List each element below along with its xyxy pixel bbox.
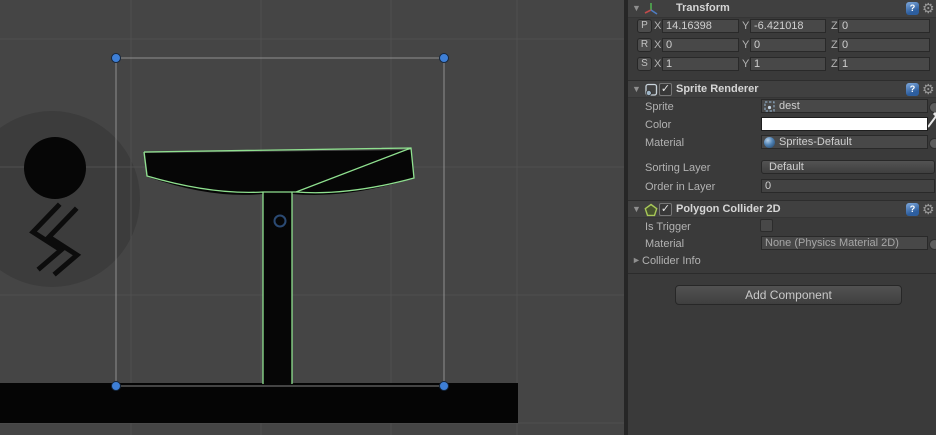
scale-y-field[interactable]: 1 <box>750 57 826 71</box>
order-in-layer-label: Order in Layer <box>645 181 716 193</box>
foldout-open-icon[interactable]: ▼ <box>632 3 641 13</box>
axis-y-label: Y <box>742 58 750 70</box>
foldout-closed-icon[interactable]: ► <box>632 255 641 265</box>
foldout-open-icon[interactable]: ▼ <box>632 204 641 214</box>
rotation-y-field[interactable]: 0 <box>750 38 826 52</box>
sprite-thumb-icon <box>764 101 775 112</box>
scale-button[interactable]: S <box>637 57 652 71</box>
polygon-collider-title: Polygon Collider 2D <box>676 203 781 215</box>
sprite-renderer-header[interactable]: ▼ ✓ Sprite Renderer ? ⚙ <box>628 80 936 98</box>
sprite-renderer-title: Sprite Renderer <box>676 83 759 95</box>
transform-title: Transform <box>676 2 730 14</box>
enabled-checkbox[interactable]: ✓ <box>659 203 672 216</box>
axis-z-label: Z <box>831 58 838 70</box>
material-label: Material <box>645 137 685 149</box>
color-swatch[interactable] <box>761 117 928 131</box>
foldout-open-icon[interactable]: ▼ <box>632 84 641 94</box>
position-y-field[interactable]: -6.421018 <box>750 19 826 33</box>
handle-top-left[interactable] <box>111 53 121 63</box>
handle-bottom-left[interactable] <box>111 381 121 391</box>
rotation-z-field[interactable]: 0 <box>838 38 930 52</box>
help-icon[interactable]: ? <box>906 203 919 216</box>
gear-icon[interactable]: ⚙ <box>922 201 935 218</box>
position-button[interactable]: P <box>637 19 652 33</box>
polygon-collider-icon <box>644 203 658 217</box>
polygon-collider-header[interactable]: ▼ ✓ Polygon Collider 2D ? ⚙ <box>628 200 936 218</box>
position-z-field[interactable]: 0 <box>838 19 930 33</box>
collider-info-label[interactable]: Collider Info <box>642 255 701 267</box>
material-object-field[interactable]: Sprites-Default <box>761 135 928 149</box>
inspector-panel: ▼ Transform ? ⚙ P X 14.16398 Y -6.421018… <box>628 0 936 435</box>
axis-x-label: X <box>654 20 662 32</box>
color-label: Color <box>645 119 672 131</box>
unity-editor-window: ▼ Transform ? ⚙ P X 14.16398 Y -6.421018… <box>0 0 936 435</box>
sprite-renderer-icon <box>645 83 658 96</box>
physics-material-field[interactable]: None (Physics Material 2D) <box>761 236 928 250</box>
is-trigger-checkbox[interactable] <box>760 219 773 232</box>
enabled-checkbox[interactable]: ✓ <box>659 83 672 96</box>
sprite-object-field[interactable]: dest <box>761 99 928 113</box>
add-component-button[interactable]: Add Component <box>675 285 902 305</box>
scale-z-field[interactable]: 1 <box>838 57 930 71</box>
scene-view[interactable] <box>0 0 624 435</box>
gear-icon[interactable]: ⚙ <box>922 0 935 17</box>
sorting-layer-label: Sorting Layer <box>645 162 711 174</box>
physics-material-label: Material <box>645 238 685 250</box>
sorting-layer-dropdown[interactable]: Default <box>761 160 935 174</box>
axis-y-label: Y <box>742 20 750 32</box>
transform-header[interactable]: ▼ Transform ? ⚙ <box>628 0 936 18</box>
help-icon[interactable]: ? <box>906 2 919 15</box>
order-in-layer-field[interactable]: 0 <box>761 179 935 193</box>
axis-x-label: X <box>654 39 662 51</box>
handle-top-right[interactable] <box>439 53 449 63</box>
axis-z-label: Z <box>831 20 838 32</box>
circle-sprite-eye <box>24 137 86 199</box>
axis-x-label: X <box>654 58 662 70</box>
sprite-label: Sprite <box>645 101 674 113</box>
scale-x-field[interactable]: 1 <box>662 57 739 71</box>
material-sphere-icon <box>764 137 775 148</box>
gear-icon[interactable]: ⚙ <box>922 81 935 98</box>
position-x-field[interactable]: 14.16398 <box>662 19 739 33</box>
help-icon[interactable]: ? <box>906 83 919 96</box>
rotation-x-field[interactable]: 0 <box>662 38 739 52</box>
object-picker-icon[interactable] <box>929 239 936 250</box>
section-divider <box>628 273 936 274</box>
handle-bottom-right[interactable] <box>439 381 449 391</box>
eyedropper-icon[interactable] <box>928 112 936 129</box>
axis-y-label: Y <box>742 39 750 51</box>
rotation-button[interactable]: R <box>637 38 652 52</box>
object-picker-icon[interactable] <box>929 138 936 149</box>
axis-z-label: Z <box>831 39 838 51</box>
is-trigger-label: Is Trigger <box>645 221 691 233</box>
sprite-value: dest <box>779 100 800 112</box>
material-value: Sprites-Default <box>779 136 852 148</box>
transform-icon <box>644 3 658 15</box>
